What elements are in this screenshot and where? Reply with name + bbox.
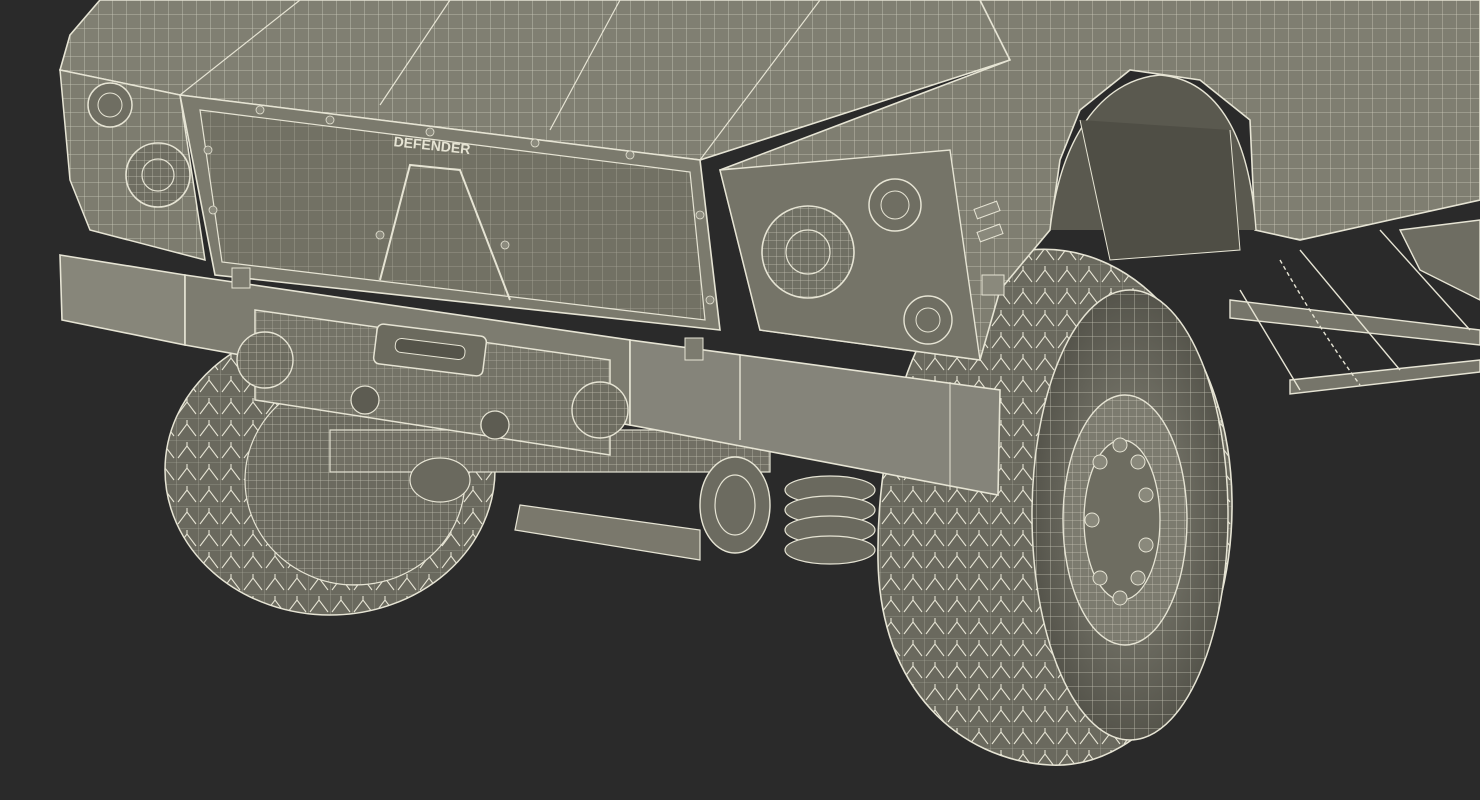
side-step xyxy=(1229,219,1480,395)
fog-light xyxy=(903,295,953,345)
coil-spring xyxy=(784,475,876,565)
left-headlight-small xyxy=(87,82,133,128)
render-viewport: DEFENDER xyxy=(0,0,1480,800)
steering-knuckle xyxy=(699,456,771,554)
right-headlight-small xyxy=(868,178,922,232)
winch-drum-right xyxy=(480,410,510,440)
winch-drum-left xyxy=(350,385,380,415)
